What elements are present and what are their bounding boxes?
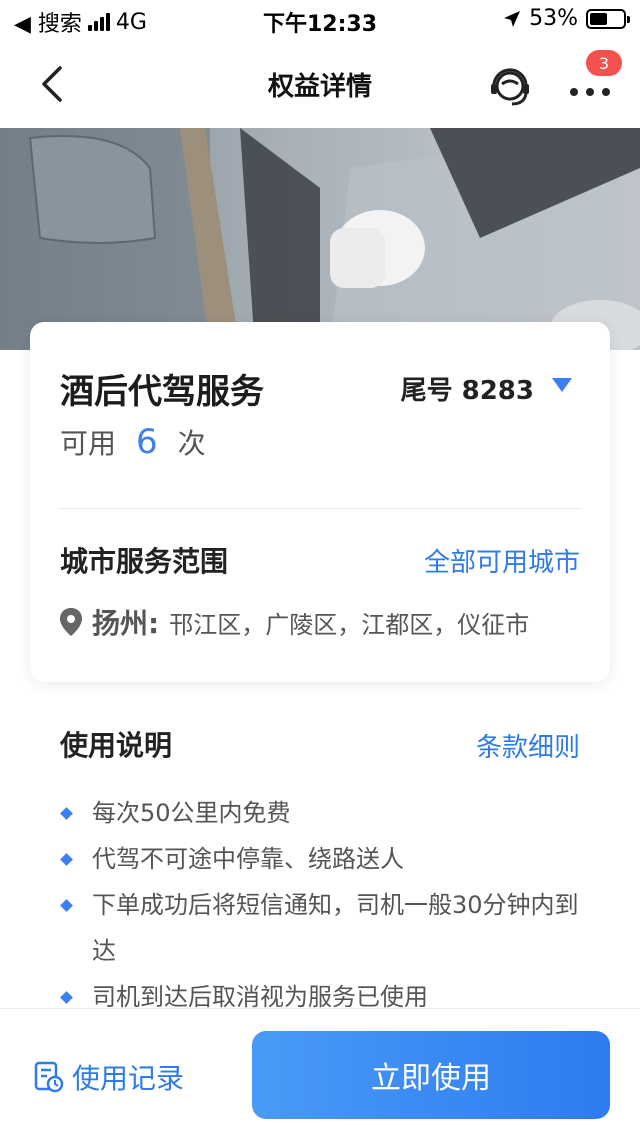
customer-service-icon[interactable] [486, 62, 534, 110]
list-item: 下单成功后将短信通知，司机一般30分钟内到达 [60, 882, 590, 974]
city-name: 扬州: [92, 607, 160, 640]
status-bar: ◀ 搜索 4G 下午12:33 53% [0, 0, 640, 40]
all-cities-link[interactable]: 全部可用城市 [424, 542, 580, 579]
card-tail-number[interactable]: 尾号 8283 [401, 370, 534, 407]
location-pin-icon [60, 608, 82, 636]
caret-down-icon[interactable] [552, 378, 572, 392]
available-count: 6 [136, 422, 158, 462]
usage-title: 使用说明 [60, 729, 173, 762]
location-row: 扬州: 邗江区，广陵区，江都区，仪征市 [58, 602, 529, 642]
nav-bar: 权益详情 3 [0, 40, 640, 128]
notification-badge: 3 [586, 50, 622, 76]
use-now-button[interactable]: 立即使用 [252, 1031, 610, 1119]
records-label: 使用记录 [72, 1062, 185, 1095]
divider [60, 508, 580, 509]
list-item: 代驾不可途中停靠、绕路送人 [60, 836, 590, 882]
usage-rules-list: 每次50公里内免费 代驾不可途中停靠、绕路送人 下单成功后将短信通知，司机一般3… [60, 790, 590, 1020]
service-range-title: 城市服务范围 [60, 545, 229, 578]
location-arrow-icon [504, 10, 521, 27]
available-suffix: 次 [177, 427, 206, 460]
list-item: 每次50公里内免费 [60, 790, 590, 836]
terms-link[interactable]: 条款细则 [476, 727, 580, 764]
battery-icon [586, 8, 630, 29]
benefit-card: 酒后代驾服务 尾号 8283 可用 6 次 城市服务范围 全部可用城市 扬州: … [30, 322, 610, 682]
bottom-action-bar: 使用记录 立即使用 [0, 1008, 640, 1136]
hero-image [0, 128, 640, 350]
benefit-title: 酒后代驾服务 [60, 372, 264, 412]
records-icon [34, 1061, 64, 1093]
battery-percent: 53% [529, 6, 578, 31]
available-count-row: 可用 6 次 [60, 422, 206, 462]
usage-records-button[interactable]: 使用记录 [34, 1057, 184, 1097]
district-list: 邗江区，广陵区，江都区，仪征市 [169, 610, 530, 639]
page-title: 权益详情 [267, 72, 372, 102]
available-prefix: 可用 [60, 427, 117, 460]
